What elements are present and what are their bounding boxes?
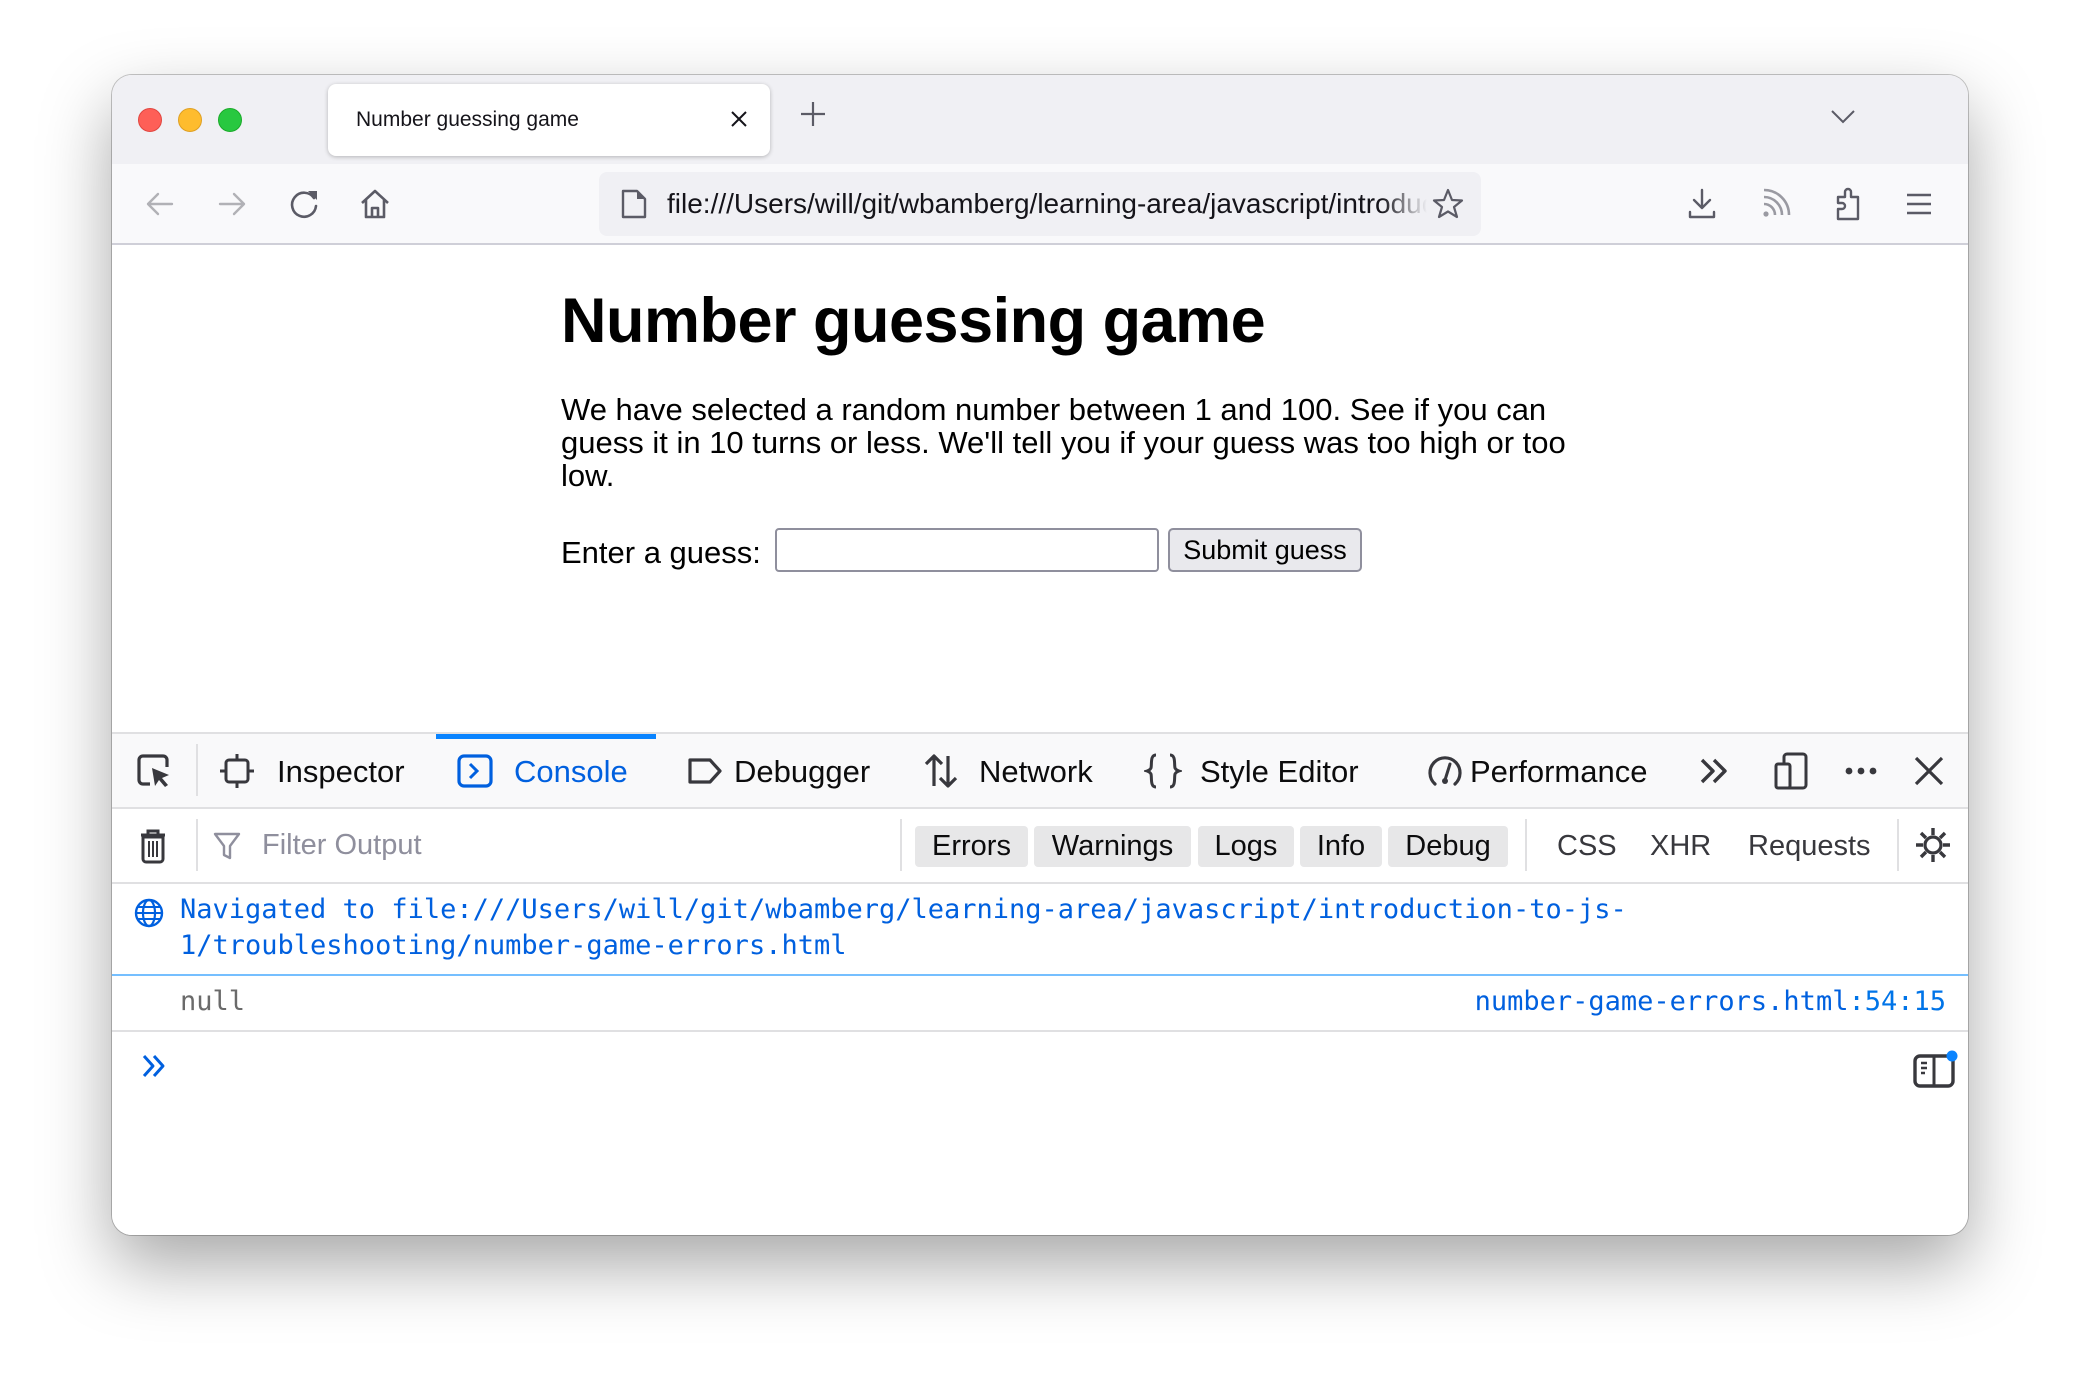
back-arrow-icon[interactable] [142,186,178,222]
guess-label: Enter a guess: [561,535,761,570]
maximize-window-button[interactable] [218,108,242,132]
browser-window: Number guessing game file:///Users/will/… [112,75,1968,1235]
filter-separator [1525,819,1527,871]
log-value: null [180,986,246,1017]
filter-funnel-icon [213,832,241,860]
filter-css-button[interactable]: CSS [1557,826,1617,867]
url-text[interactable]: file:///Users/will/git/wbamberg/learning… [667,188,1427,220]
tab-debugger[interactable]: Debugger [672,734,892,807]
tab-console[interactable]: Console [436,734,656,807]
network-icon [924,754,958,788]
filter-debug-button[interactable]: Debug [1388,826,1508,867]
tab-label: Console [514,754,628,789]
tab-style-editor[interactable]: Style Editor [1142,734,1392,807]
active-tab-indicator [436,734,656,739]
responsive-design-icon[interactable] [1772,752,1810,790]
rss-feed-icon[interactable] [1757,186,1793,222]
close-window-button[interactable] [138,108,162,132]
console-icon [457,754,493,788]
file-icon [621,189,647,219]
log-source-file: number-game-errors.html [1474,986,1849,1017]
url-bar[interactable]: file:///Users/will/git/wbamberg/learning… [599,172,1481,236]
list-all-tabs-icon[interactable] [1828,101,1858,131]
console-settings-gear-icon[interactable] [1914,826,1952,864]
filter-separator [900,819,902,871]
forward-arrow-icon[interactable] [214,186,250,222]
filter-info-button[interactable]: Info [1300,826,1382,867]
tab-label: Network [979,754,1093,789]
downloads-icon[interactable] [1684,186,1720,222]
more-tools-chevrons-icon[interactable] [1696,752,1734,790]
tab-label: Performance [1470,754,1648,789]
tab-performance[interactable]: Performance [1412,734,1672,807]
style-editor-icon [1144,753,1182,789]
filter-requests-button[interactable]: Requests [1748,826,1871,867]
console-filter-bar: Filter Output Errors Warnings Logs Info … [112,809,1968,884]
navigation-url-text: Navigated to file:///Users/will/git/wbam… [180,894,1627,961]
clear-console-trash-icon[interactable] [134,826,172,864]
devtools-toolbar: Inspector Console Debugger Network Style… [112,734,1968,809]
intro-paragraph: We have selected a random number between… [561,392,1566,493]
filter-separator [1897,819,1899,871]
close-devtools-icon[interactable] [1910,752,1948,790]
home-icon[interactable] [357,186,393,222]
page-content: Number guessing game We have selected a … [112,245,1968,733]
log-source-link[interactable]: number-game-errors.html:54:15 [1475,986,1946,1017]
filter-separator [196,819,198,871]
reload-icon[interactable] [286,186,322,222]
more-options-icon[interactable] [1842,752,1880,790]
browser-tab[interactable]: Number guessing game [328,84,770,156]
toggle-sidebar-icon[interactable] [1913,1050,1959,1090]
devtools-panel: Inspector Console Debugger Network Style… [112,732,1968,1235]
tab-network[interactable]: Network [912,734,1112,807]
log-source-line: :54:15 [1848,986,1946,1017]
new-tab-icon[interactable] [798,99,828,129]
tab-title: Number guessing game [356,108,579,131]
console-input-prompt-icon[interactable] [138,1050,170,1082]
filter-logs-button[interactable]: Logs [1198,826,1294,867]
inspector-icon [220,754,254,788]
tab-label: Style Editor [1200,754,1359,789]
submit-guess-button[interactable]: Submit guess [1168,528,1362,572]
tab-label: Inspector [277,754,405,789]
toolbar-separator [196,744,198,796]
filter-output-input[interactable]: Filter Output [262,829,422,862]
guess-input[interactable] [775,528,1159,572]
hamburger-menu-icon[interactable] [1901,186,1937,222]
minimize-window-button[interactable] [178,108,202,132]
performance-icon [1428,756,1462,786]
filter-errors-button[interactable]: Errors [915,826,1028,867]
tab-bar: Number guessing game [112,75,1968,164]
element-picker-icon[interactable] [135,752,173,790]
tab-label: Debugger [734,754,871,789]
globe-icon [134,898,164,928]
bookmark-star-icon[interactable] [1431,187,1465,221]
page-heading: Number guessing game [561,286,1266,356]
close-tab-icon[interactable] [726,106,752,132]
navigation-toolbar: file:///Users/will/git/wbamberg/learning… [112,164,1968,245]
debugger-icon [688,758,722,784]
console-navigation-message: Navigated to file:///Users/will/git/wbam… [112,884,1968,976]
filter-xhr-button[interactable]: XHR [1650,826,1711,867]
console-log-message: null number-game-errors.html:54:15 [112,976,1968,1032]
filter-warnings-button[interactable]: Warnings [1034,826,1191,867]
extensions-icon[interactable] [1830,186,1866,222]
tab-inspector[interactable]: Inspector [212,734,432,807]
